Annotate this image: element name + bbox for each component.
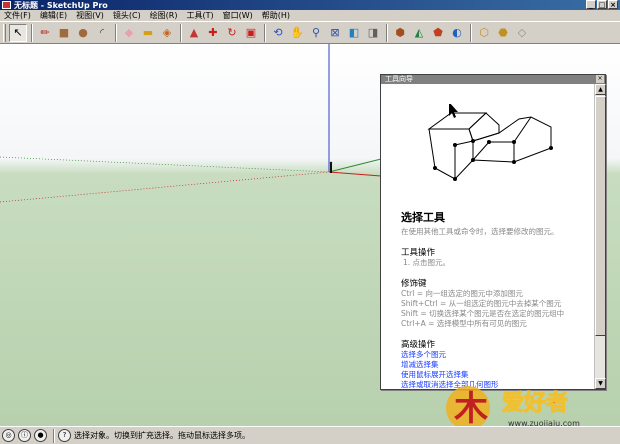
share-model-tool-icon[interactable]: ◐ bbox=[448, 24, 466, 42]
zoom-tool-icon[interactable]: ⚲ bbox=[307, 24, 325, 42]
instructor-close-button[interactable]: × bbox=[596, 75, 604, 83]
3d-warehouse-tool-icon[interactable]: ⬟ bbox=[429, 24, 447, 42]
move-tool-icon[interactable]: ✚ bbox=[204, 24, 222, 42]
menu-draw[interactable]: 绘图(R) bbox=[150, 10, 178, 21]
select-tool-icon[interactable]: ↖ bbox=[9, 23, 27, 42]
instructor-scrollbar[interactable]: ▲ ▼ bbox=[594, 84, 606, 389]
get-models-tool-icon[interactable]: ⬡ bbox=[475, 24, 493, 42]
scroll-thumb[interactable] bbox=[595, 96, 606, 336]
geo-location-icon[interactable]: ◎ bbox=[2, 429, 15, 442]
red-axis bbox=[328, 171, 382, 177]
add-location-tool-icon[interactable]: ⬢ bbox=[391, 24, 409, 42]
share-component-tool-icon[interactable]: ⬣ bbox=[494, 24, 512, 42]
sketchup-app-icon bbox=[2, 1, 11, 9]
menu-tools[interactable]: 工具(T) bbox=[187, 10, 214, 21]
person-figure bbox=[329, 161, 333, 173]
minimize-button[interactable]: _ bbox=[586, 0, 596, 9]
menu-file[interactable]: 文件(F) bbox=[4, 10, 31, 21]
title-bar: 无标题 - SketchUp Pro _ □ × bbox=[0, 0, 620, 10]
line-tool-icon[interactable]: ✏ bbox=[36, 24, 54, 42]
menu-edit[interactable]: 编辑(E) bbox=[40, 10, 67, 21]
toolbar-separator bbox=[115, 23, 117, 42]
menu-window[interactable]: 窗口(W) bbox=[223, 10, 253, 21]
status-text: 选择对象。切换到扩充选择。拖动鼠标选择多项。 bbox=[74, 431, 250, 440]
instructor-panel: 工具向导 × 选择工具 在使用其他工具或命令时，选择要修改的图元。 工具操作 1… bbox=[380, 74, 606, 390]
watermark-text: 爱好者 bbox=[502, 390, 568, 416]
window-title: 无标题 - SketchUp Pro bbox=[14, 0, 108, 10]
arc-tool-icon[interactable]: ◜ bbox=[93, 24, 111, 42]
toolbar-separator bbox=[31, 23, 33, 42]
cursor-pointer-icon bbox=[449, 104, 458, 118]
main-toolbar: ↖ ✏ ■ ● ◜ ◆ ▬ ◈ ▲ ✚ ↻ ▣ ⟲ ✋ ⚲ ⊠ ◧ ◨ ⬢ ◭ ⬟ ◐ ⬡ ⬣ ◇ bbox=[0, 21, 620, 44]
status-divider bbox=[53, 428, 55, 443]
menu-help[interactable]: 帮助(H) bbox=[262, 10, 290, 21]
operation-step: 1. 点击图元。 bbox=[403, 258, 451, 267]
maximize-button[interactable]: □ bbox=[597, 0, 607, 9]
pan-tool-icon[interactable]: ✋ bbox=[288, 24, 306, 42]
status-bar: ◎ ⓘ ● ? 选择对象。切换到扩充选择。拖动鼠标选择多项。 bbox=[0, 426, 620, 444]
help-icon[interactable]: ? bbox=[58, 429, 71, 442]
close-button[interactable]: × bbox=[608, 0, 618, 9]
next-view-tool-icon[interactable]: ◨ bbox=[364, 24, 382, 42]
advanced-link[interactable]: 增减选择集 bbox=[401, 360, 595, 370]
modifier-heading: 修饰键 bbox=[401, 279, 427, 289]
modifier-line: Ctrl = 向一组选定的图元中添加图元 bbox=[401, 289, 523, 298]
toolbar-separator bbox=[470, 23, 472, 42]
advanced-link[interactable]: 选择多个图元 bbox=[401, 350, 595, 360]
tool-description: 在使用其他工具或命令时，选择要修改的图元。 bbox=[401, 227, 559, 236]
instructor-content: 选择工具 在使用其他工具或命令时，选择要修改的图元。 工具操作 1. 点击图元。… bbox=[381, 84, 595, 389]
green-axis-dotted bbox=[0, 156, 330, 173]
modifier-line: Shift = 切换选择某个图元是否在选定的图元组中 bbox=[401, 309, 565, 318]
scroll-up-arrow-icon[interactable]: ▲ bbox=[595, 84, 606, 95]
paint-bucket-tool-icon[interactable]: ◈ bbox=[158, 24, 176, 42]
rotate-tool-icon[interactable]: ↻ bbox=[223, 24, 241, 42]
toolbar-separator bbox=[386, 23, 388, 42]
credits-icon[interactable]: ⓘ bbox=[18, 429, 31, 442]
orbit-tool-icon[interactable]: ⟲ bbox=[269, 24, 287, 42]
house-illustration bbox=[427, 104, 553, 181]
toolbar-separator bbox=[180, 23, 182, 42]
tape-measure-tool-icon[interactable]: ▬ bbox=[139, 24, 157, 42]
advanced-heading: 高级操作 bbox=[401, 340, 436, 350]
previous-view-tool-icon[interactable]: ◧ bbox=[345, 24, 363, 42]
toolbar-separator bbox=[264, 23, 266, 42]
circle-tool-icon[interactable]: ● bbox=[74, 24, 92, 42]
offset-tool-icon[interactable]: ▣ bbox=[242, 24, 260, 42]
red-axis-dotted bbox=[0, 171, 330, 203]
push-pull-tool-icon[interactable]: ▲ bbox=[185, 24, 203, 42]
instructor-title[interactable]: 工具向导 bbox=[381, 75, 605, 84]
operation-heading: 工具操作 bbox=[401, 248, 436, 258]
svg-text:木: 木 bbox=[453, 389, 488, 429]
zoom-extents-tool-icon[interactable]: ⊠ bbox=[326, 24, 344, 42]
eraser-tool-icon[interactable]: ◆ bbox=[120, 24, 138, 42]
window-controls: _ □ × bbox=[586, 0, 618, 9]
toolbar-grip[interactable] bbox=[3, 23, 6, 42]
rectangle-tool-icon[interactable]: ■ bbox=[55, 24, 73, 42]
modifier-line: Ctrl+A = 选择模型中所有可见的图元 bbox=[401, 319, 527, 328]
user-icon[interactable]: ● bbox=[34, 429, 47, 442]
menu-camera[interactable]: 镜头(C) bbox=[113, 10, 141, 21]
tool-name: 选择工具 bbox=[401, 211, 445, 224]
modifier-line: Shift+Ctrl = 从一组选定的图元中去掉某个图元 bbox=[401, 299, 562, 308]
toggle-terrain-tool-icon[interactable]: ◭ bbox=[410, 24, 428, 42]
menu-bar: 文件(F) 编辑(E) 视图(V) 镜头(C) 绘图(R) 工具(T) 窗口(W… bbox=[0, 10, 620, 21]
extension-warehouse-tool-icon[interactable]: ◇ bbox=[513, 24, 531, 42]
green-axis bbox=[328, 158, 382, 173]
menu-view[interactable]: 视图(V) bbox=[76, 10, 104, 21]
